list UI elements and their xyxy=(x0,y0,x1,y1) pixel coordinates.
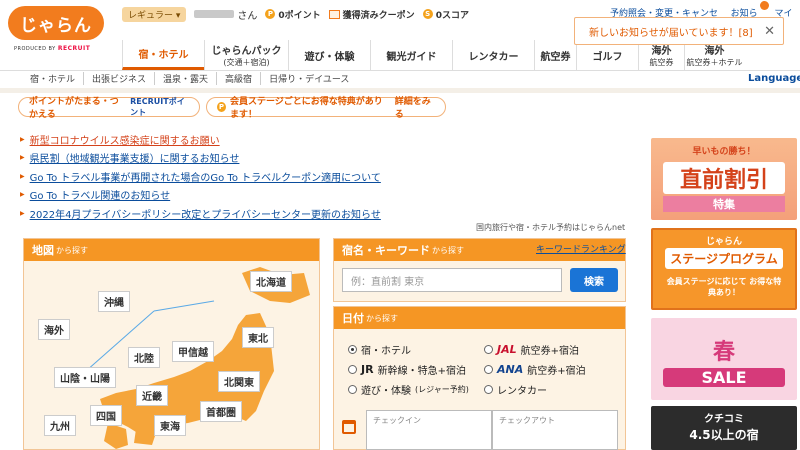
logo-text: じゃらん xyxy=(20,15,92,36)
close-icon[interactable]: ✕ xyxy=(764,24,775,39)
list-item: Go To トラベル関連のお知らせ xyxy=(20,186,381,205)
score-link[interactable]: S 0スコア xyxy=(422,8,469,21)
option-ana[interactable]: ANA 航空券+宿泊 xyxy=(484,362,586,377)
points-banner[interactable]: ポイントがたまる・つかえる RECRUITポイント xyxy=(18,97,200,120)
keyword-search-input[interactable]: 例：直前割 東京 xyxy=(342,268,562,292)
list-item: 2022年4月プライバシーポリシー改定とプライバシーセンター更新のお知らせ xyxy=(20,204,381,223)
subnav-luxury[interactable]: 高級宿 xyxy=(216,72,252,85)
nav-hotel[interactable]: 宿・ホテル xyxy=(122,40,204,70)
date-panel-header: 日付 から探す xyxy=(334,307,625,329)
ad-spring-sale[interactable]: 春 SALE xyxy=(651,318,797,400)
option-jal[interactable]: JAL 航空券+宿泊 xyxy=(484,342,579,357)
region-kyushu[interactable]: 九州 xyxy=(44,415,76,436)
nav-rentacar[interactable]: レンタカー xyxy=(452,40,534,70)
region-shutoken[interactable]: 首都圏 xyxy=(200,401,242,422)
map-panel-header: 地図 から探す xyxy=(24,239,319,261)
radio-selected xyxy=(348,345,357,354)
radio xyxy=(484,365,493,374)
region-okinawa[interactable]: 沖縄 xyxy=(98,291,130,312)
region-overseas[interactable]: 海外 xyxy=(38,319,70,340)
info-link-kenmin[interactable]: 県民割（地域観光事業支援）に関するお知らせ xyxy=(30,150,240,165)
member-rank-badge[interactable]: レギュラー ▾ xyxy=(122,6,187,22)
subnav-onsen[interactable]: 温泉・露天 xyxy=(154,72,208,85)
nav-air[interactable]: 航空券 xyxy=(534,40,576,70)
ad-last-minute[interactable]: 早いもの勝ち！ 直前割引 特集 xyxy=(651,138,797,220)
notification-text: 新しいお知らせが届いています！[8] xyxy=(589,27,753,39)
jalan-logo[interactable]: じゃらん xyxy=(8,6,104,40)
radio xyxy=(484,345,493,354)
ad-stage-program[interactable]: じゃらん ステージプログラム 会員ステージに応じて お得な特典あり！ xyxy=(651,228,797,310)
map-search-panel: 地図 から探す 北海道 沖縄 海外 東北 北陸 甲信越 山陰・山陽 北関東 近畿 … xyxy=(23,238,320,450)
nav-pack[interactable]: じゃらんパック (交通＋宿泊) xyxy=(204,40,288,70)
info-link-list: 新型コロナウイルス感染症に関するお願い 県民割（地域観光事業支援）に関するお知ら… xyxy=(20,130,381,223)
radio xyxy=(484,385,493,394)
member-detail-link: 詳細をみる xyxy=(394,97,431,120)
score-coin-icon: S xyxy=(422,9,433,19)
member-stage-banner[interactable]: P 会員ステージごとにお得な特典があります！ 詳細をみる xyxy=(206,97,446,120)
user-name: さん xyxy=(194,7,257,22)
region-sanin-sanyo[interactable]: 山陰・山陽 xyxy=(54,367,116,388)
jal-logo: JAL xyxy=(497,343,517,356)
subnav-dayuse[interactable]: 日帰り・デイユース xyxy=(260,72,349,85)
coupon-link[interactable]: 獲得済みクーポン xyxy=(328,8,415,21)
option-jr[interactable]: JR 新幹線・特急+宿泊 xyxy=(348,362,466,377)
notification-count-icon xyxy=(760,1,769,10)
region-shikoku[interactable]: 四国 xyxy=(90,405,122,426)
subnav-business[interactable]: 出張ビジネス xyxy=(83,72,146,85)
sub-nav: 宿・ホテル 出張ビジネス 温泉・露天 高級宿 日帰り・デイユース xyxy=(30,72,349,85)
jr-logo: JR xyxy=(361,363,374,376)
region-koshinetsu[interactable]: 甲信越 xyxy=(172,341,214,362)
point-coin-icon: P xyxy=(265,9,276,19)
info-link-goto-coupon[interactable]: Go To トラベル事業が再開された場合のGo To トラベルクーポン適用につい… xyxy=(30,169,381,184)
user-bar: レギュラー ▾ さん P 0ポイント 獲得済みクーポン S 0スコア xyxy=(122,6,469,22)
region-tohoku[interactable]: 東北 xyxy=(242,327,274,348)
subnav-hotel[interactable]: 宿・ホテル xyxy=(30,72,75,85)
recruit-point-logo: RECRUITポイント xyxy=(130,97,185,117)
ana-logo: ANA xyxy=(497,363,524,376)
option-rentacar[interactable]: レンタカー xyxy=(484,382,547,397)
region-tokai[interactable]: 東海 xyxy=(154,415,186,436)
languages-link[interactable]: Languages xyxy=(748,73,800,84)
ad-review-ranking[interactable]: クチコミ 4.5以上の宿 xyxy=(651,406,797,450)
radio xyxy=(348,365,357,374)
tagline: 国内旅行や宿・ホテル予約はじゃらんnet xyxy=(476,223,626,232)
point-coin-icon: P xyxy=(217,102,226,112)
list-item: Go To トラベル事業が再開された場合のGo To トラベルクーポン適用につい… xyxy=(20,167,381,186)
subnav-divider xyxy=(0,88,800,93)
blurred-name xyxy=(194,10,235,18)
option-activity[interactable]: 遊び・体験 (レジャー予約) xyxy=(348,382,469,397)
info-link-covid[interactable]: 新型コロナウイルス感染症に関するお願い xyxy=(30,132,220,147)
nav-activity[interactable]: 遊び・体験 xyxy=(288,40,370,70)
checkin-field[interactable]: チェックイン xyxy=(366,410,492,450)
points-link[interactable]: P 0ポイント xyxy=(265,8,321,21)
notification-popup[interactable]: 新しいお知らせが届いています！[8] ✕ xyxy=(574,17,784,45)
list-item: 新型コロナウイルス感染症に関するお願い xyxy=(20,130,381,149)
nav-divider xyxy=(0,70,800,71)
produced-by: PRODUCED BY RECRUIT xyxy=(14,45,91,52)
coupon-icon xyxy=(328,9,340,19)
region-hokuriku[interactable]: 北陸 xyxy=(128,347,160,368)
region-hokkaido[interactable]: 北海道 xyxy=(250,271,292,292)
radio xyxy=(348,385,357,394)
keyword-ranking-link[interactable]: キーワードランキング xyxy=(536,242,626,255)
info-link-goto[interactable]: Go To トラベル関連のお知らせ xyxy=(30,187,171,202)
search-button[interactable]: 検索 xyxy=(570,268,618,292)
region-kinki[interactable]: 近畿 xyxy=(136,385,168,406)
calendar-icon[interactable] xyxy=(342,420,356,434)
checkout-field[interactable]: チェックアウト xyxy=(492,410,618,450)
region-kitakanto[interactable]: 北関東 xyxy=(218,371,260,392)
option-hotel[interactable]: 宿・ホテル xyxy=(348,342,411,357)
list-item: 県民割（地域観光事業支援）に関するお知らせ xyxy=(20,149,381,168)
nav-guide[interactable]: 観光ガイド xyxy=(370,40,452,70)
info-link-privacy[interactable]: 2022年4月プライバシーポリシー改定とプライバシーセンター更新のお知らせ xyxy=(30,206,381,221)
recruit-brand: RECRUIT xyxy=(57,45,91,52)
